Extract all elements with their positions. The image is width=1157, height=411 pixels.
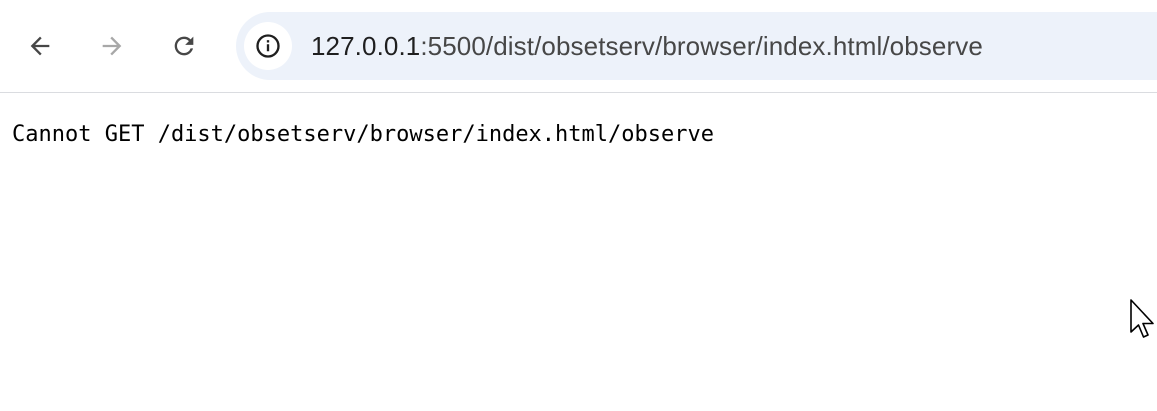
back-button[interactable] — [20, 26, 60, 66]
error-message: Cannot GET /dist/obsetserv/browser/index… — [12, 122, 714, 147]
reload-button[interactable] — [164, 26, 204, 66]
page-content: Cannot GET /dist/obsetserv/browser/index… — [12, 119, 714, 151]
address-bar[interactable]: 127.0.0.1:5500/dist/obsetserv/browser/in… — [236, 12, 1157, 80]
info-icon — [256, 34, 280, 58]
arrow-right-icon — [102, 36, 122, 56]
site-info-button[interactable] — [244, 22, 292, 70]
mouse-cursor-icon — [1129, 298, 1157, 345]
forward-button[interactable] — [92, 26, 132, 66]
arrow-left-icon — [30, 36, 50, 56]
browser-toolbar: 127.0.0.1:5500/dist/obsetserv/browser/in… — [0, 0, 1157, 93]
url-host: 127.0.0.1 — [311, 31, 421, 61]
url-path: :5500/dist/obsetserv/browser/index.html/… — [420, 31, 983, 61]
reload-icon — [174, 36, 194, 56]
url-text[interactable]: 127.0.0.1:5500/dist/obsetserv/browser/in… — [311, 12, 983, 80]
